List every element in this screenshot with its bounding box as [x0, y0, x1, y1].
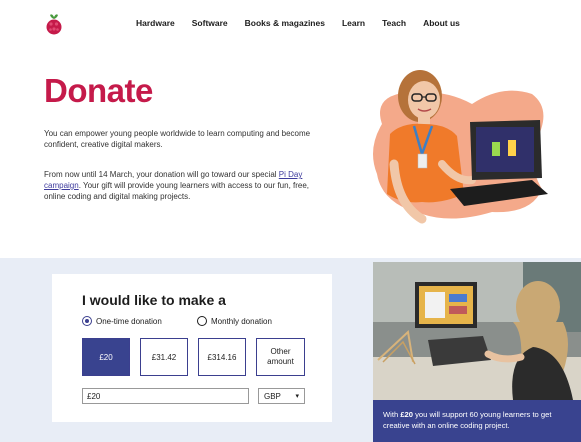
page-title: Donate [44, 72, 153, 109]
hero-illustration-girl-with-laptop [373, 70, 548, 224]
nav-item-hardware[interactable]: Hardware [136, 18, 175, 28]
other-amount-line1: Other [270, 347, 291, 356]
nav-item-books-magazines[interactable]: Books & magazines [245, 18, 325, 28]
impact-caption: With £20 you will support 60 young learn… [373, 400, 581, 442]
nav-item-teach[interactable]: Teach [382, 18, 406, 28]
donation-amount-input[interactable]: £20 [82, 388, 249, 404]
chevron-down-icon: ▾ [295, 393, 299, 400]
currency-value: GBP [264, 391, 281, 401]
child-coding-photo [373, 262, 581, 400]
amount-option-20[interactable]: £20 [82, 338, 130, 376]
amount-option-other[interactable]: Other amount [256, 338, 305, 376]
hero-campaign-text-end: . Your gift will provide young learners … [44, 181, 310, 201]
hero-intro-text: You can empower young people worldwide t… [44, 129, 311, 149]
top-nav: Hardware Software Books & magazines Lear… [0, 0, 581, 48]
nav-item-learn[interactable]: Learn [342, 18, 365, 28]
radio-checked-icon[interactable] [82, 316, 92, 326]
hero-campaign-text: From now until 14 March, your donation w… [44, 169, 319, 202]
amount-option-31-42[interactable]: £31.42 [140, 338, 188, 376]
nav-item-about-us[interactable]: About us [423, 18, 460, 28]
one-time-donation-radio[interactable]: One-time donation [82, 316, 162, 326]
nav-item-software[interactable]: Software [192, 18, 228, 28]
donation-form-title: I would like to make a [82, 292, 226, 308]
caption-amount: £20 [400, 410, 413, 419]
hero-campaign-text-start: From now until 14 March, your donation w… [44, 170, 279, 179]
radio-unchecked-icon[interactable] [197, 316, 207, 326]
monthly-donation-label: Monthly donation [211, 316, 272, 326]
raspberry-pi-logo-icon[interactable] [44, 12, 64, 36]
caption-text-start: With [383, 410, 401, 419]
amount-option-314-16[interactable]: £314.16 [198, 338, 246, 376]
nav-menu: Hardware Software Books & magazines Lear… [136, 18, 477, 28]
monthly-donation-radio[interactable]: Monthly donation [197, 316, 272, 326]
other-amount-line2: amount [267, 357, 294, 366]
currency-select[interactable]: GBP ▾ [258, 388, 305, 404]
one-time-donation-label: One-time donation [96, 316, 162, 326]
